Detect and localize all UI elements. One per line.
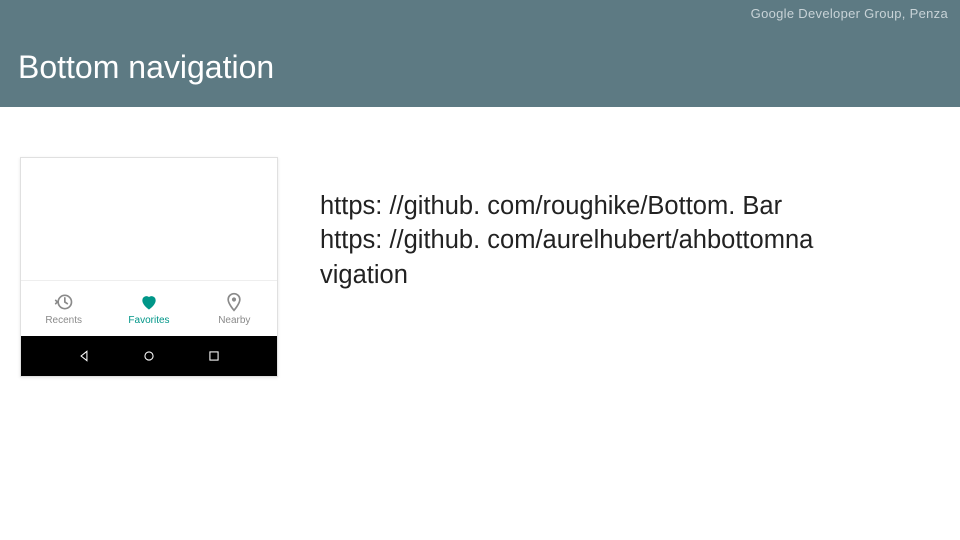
nav-label: Nearby: [218, 315, 250, 326]
content-area: Recents Favorites Nearby: [0, 107, 960, 540]
link-ahbottomnavigation-part2[interactable]: vigation: [320, 258, 880, 292]
links-block: https: //github. com/roughike/Bottom. Ba…: [320, 189, 880, 292]
page-title: Bottom navigation: [18, 49, 274, 86]
android-nav-bar: [21, 336, 277, 376]
title-bar: Bottom navigation: [0, 27, 960, 107]
phone-mock: Recents Favorites Nearby: [20, 157, 278, 377]
nav-item-favorites[interactable]: Favorites: [106, 281, 191, 336]
nav-item-recents[interactable]: Recents: [21, 281, 106, 336]
android-back-icon[interactable]: [76, 348, 92, 364]
pin-icon: [223, 291, 245, 313]
link-ahbottomnavigation-part1[interactable]: https: //github. com/aurelhubert/ahbotto…: [320, 223, 880, 257]
android-home-icon[interactable]: [141, 348, 157, 364]
heart-icon: [138, 291, 160, 313]
nav-item-nearby[interactable]: Nearby: [192, 281, 277, 336]
nav-label: Recents: [45, 315, 82, 326]
phone-blank-area: [21, 158, 277, 280]
bottom-navigation: Recents Favorites Nearby: [21, 280, 277, 336]
android-recent-icon[interactable]: [206, 348, 222, 364]
link-roughike[interactable]: https: //github. com/roughike/Bottom. Ba…: [320, 189, 880, 223]
header-org: Google Developer Group, Penza: [751, 6, 948, 21]
header-bar: Google Developer Group, Penza: [0, 0, 960, 27]
history-icon: [53, 291, 75, 313]
nav-label: Favorites: [128, 315, 169, 326]
